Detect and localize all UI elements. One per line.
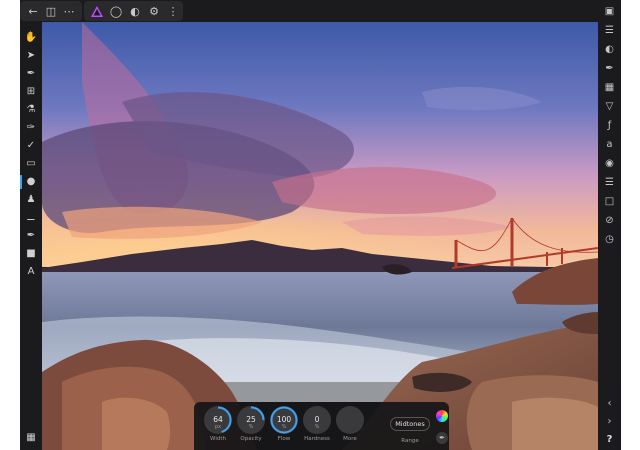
width-dial-ring[interactable]: 64 px — [204, 406, 232, 434]
more-label: More — [343, 436, 357, 442]
opacity-dial[interactable]: 25 % Opacity — [236, 406, 266, 443]
history-icon[interactable]: ☰ — [601, 175, 618, 191]
filters-icon[interactable]: ▽ — [601, 99, 618, 115]
photo-golden-gate-sunset — [42, 22, 598, 450]
hardness-label: Hardness — [304, 436, 330, 442]
navigator-icon[interactable]: ▣ — [601, 4, 618, 20]
flood-fill-icon[interactable]: ⚗ — [23, 102, 39, 118]
transform-icon[interactable]: □ — [601, 194, 618, 210]
opacity-label: Opacity — [240, 436, 262, 442]
width-unit: px — [214, 424, 222, 430]
width-label: Width — [210, 436, 226, 442]
back-arrow-icon[interactable]: ← — [24, 2, 42, 20]
text-tool-icon[interactable]: A — [23, 264, 39, 280]
opacity-dial-ring[interactable]: 25 % — [237, 406, 265, 434]
flow-dial[interactable]: 100 % Flow — [269, 406, 299, 443]
text-styles-icon[interactable]: a — [601, 137, 618, 153]
color-picker-icon[interactable]: ✒ — [23, 66, 39, 82]
rectangle-tool-icon[interactable]: ■ — [23, 246, 39, 262]
selection-brush-icon[interactable]: ✑ — [23, 120, 39, 136]
more-dots-icon[interactable]: ⋯ — [60, 2, 78, 20]
pen-tool-icon[interactable]: ✒ — [23, 228, 39, 244]
layers-icon[interactable]: ☰ — [601, 23, 618, 39]
channels-icon[interactable]: ▦ — [601, 80, 618, 96]
more-dial-arc — [336, 406, 364, 434]
top-bar: ← ◫ ⋯ ◯ ◐ ⚙ ⋮ — [20, 0, 621, 22]
hardness-dial[interactable]: 0 % Hardness — [302, 406, 332, 443]
export-persona-icon[interactable]: ⋮ — [164, 2, 182, 20]
context-toolbar: 64 px Width 25 % Opacity 100 % Flow 0 % … — [194, 402, 449, 450]
liquify-persona-icon[interactable]: ◯ — [107, 2, 125, 20]
view-hand-icon[interactable]: ✋ — [23, 30, 39, 46]
clock-icon[interactable]: ◷ — [601, 232, 618, 248]
flow-dial-ring[interactable]: 100 % — [270, 406, 298, 434]
width-dial[interactable]: 64 px Width — [203, 406, 233, 443]
range-label: Range — [401, 438, 419, 444]
adjustments-icon[interactable]: ◐ — [601, 42, 618, 58]
healing-brush-icon[interactable]: ⚊ — [23, 210, 39, 226]
studio-panel: ▣ ☰ ◐ ✒ ▦ ▽ ƒ a ◉ ☰ □ ⊘ ◷ ‹ › ? — [598, 0, 621, 450]
erase-brush-icon[interactable]: ▭ — [23, 156, 39, 172]
paint-brush-icon[interactable]: ✓ — [23, 138, 39, 154]
chevron-right-icon[interactable]: › — [601, 414, 618, 430]
opacity-unit: % — [248, 424, 254, 430]
block-icon[interactable]: ⊘ — [601, 213, 618, 229]
toolbar-settings-icon[interactable]: ▦ — [23, 430, 39, 446]
hardness-unit: % — [314, 424, 320, 430]
affinity-photo-window: ← ◫ ⋯ ◯ ◐ ⚙ ⋮ ✋ ➤ ✒ ⊞ ⚗ ✑ ✓ ▭ ● ♟ ⚊ ✒ ■ … — [20, 0, 621, 450]
dodge-brush-icon[interactable]: ● — [20, 174, 39, 190]
range-value: Midtones — [395, 420, 425, 428]
flow-unit: % — [281, 424, 287, 430]
document-canvas[interactable] — [42, 22, 598, 450]
flow-label: Flow — [277, 436, 291, 442]
chevron-left-icon[interactable]: ‹ — [601, 396, 618, 412]
more-dial[interactable]: More — [335, 406, 365, 443]
range-select[interactable]: Midtones — [390, 417, 430, 431]
brushes-icon[interactable]: ✒ — [601, 61, 618, 77]
develop-persona-icon[interactable]: ◐ — [126, 2, 144, 20]
more-dial-ring[interactable] — [336, 406, 364, 434]
clone-brush-icon[interactable]: ♟ — [23, 192, 39, 208]
affinity-photo-persona-icon[interactable] — [88, 2, 106, 20]
help-button[interactable]: ? — [601, 432, 618, 448]
crop-tool-icon[interactable]: ⊞ — [23, 84, 39, 100]
effects-icon[interactable]: ƒ — [601, 118, 618, 134]
hardness-dial-ring[interactable]: 0 % — [303, 406, 331, 434]
stock-icon[interactable]: ◉ — [601, 156, 618, 172]
tone-mapping-persona-icon[interactable]: ⚙ — [145, 2, 163, 20]
move-tool-icon[interactable]: ➤ — [23, 48, 39, 64]
color-wheel-icon[interactable] — [436, 410, 448, 422]
tools-panel: ✋ ➤ ✒ ⊞ ⚗ ✑ ✓ ▭ ● ♟ ⚊ ✒ ■ A ▦ — [20, 22, 42, 450]
document-icon[interactable]: ◫ — [42, 2, 60, 20]
eyedropper-icon[interactable]: ✒ — [436, 432, 448, 444]
